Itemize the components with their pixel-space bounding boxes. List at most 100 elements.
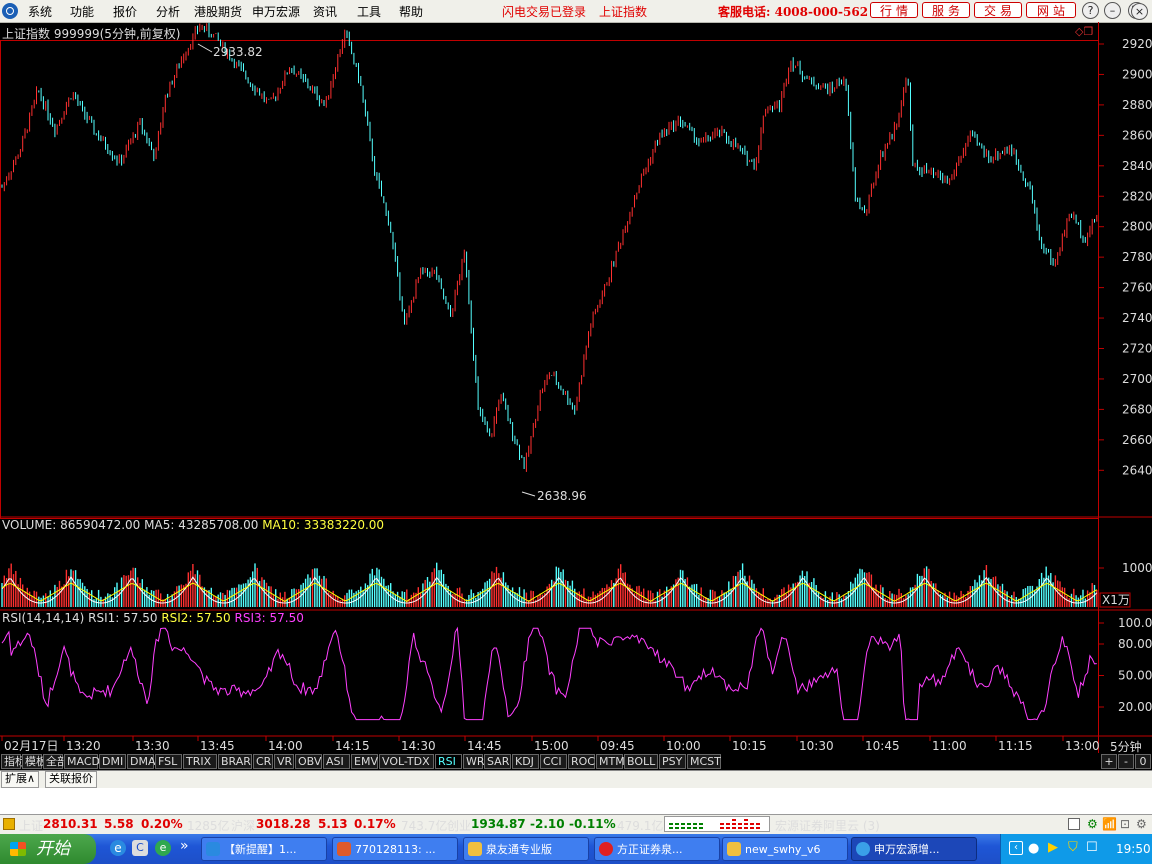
security-icon[interactable]: ⛉: [1068, 840, 1078, 855]
swhy-app-icon: [856, 842, 870, 856]
indicator-tab-emv[interactable]: EMV: [351, 754, 378, 769]
360-browser-icon[interactable]: e: [155, 840, 171, 856]
tray-expand-icon[interactable]: ‹: [1009, 841, 1023, 855]
indicator-tab-模板[interactable]: 模板: [22, 754, 47, 769]
indicator-tab-wr[interactable]: WR: [463, 754, 485, 769]
window-toggle-icon[interactable]: [1068, 818, 1080, 830]
related-quote-tab[interactable]: 关联报价: [45, 771, 97, 788]
service-button[interactable]: 服务: [922, 2, 970, 18]
indicator-tab-asi[interactable]: ASI: [323, 754, 350, 769]
ie-icon[interactable]: e: [110, 840, 126, 856]
start-button[interactable]: 开始: [0, 834, 96, 864]
rsi-tick-label: 50.00: [1118, 669, 1152, 683]
expand-tab[interactable]: 扩展∧: [1, 771, 40, 788]
indicator-tab-cr[interactable]: CR: [253, 754, 273, 769]
menu-system[interactable]: 系统: [28, 3, 52, 20]
rsi-title: RSI(14,14,14) RSI1: 57.50 RSI2: 57.50 RS…: [2, 611, 304, 625]
close-icon[interactable]: ×: [1131, 3, 1148, 20]
indicator-tab-sar[interactable]: SAR: [484, 754, 511, 769]
indicator-tab-fsl[interactable]: FSL: [155, 754, 182, 769]
server-status[interactable]: 宏源证券阿里云 (3): [775, 817, 880, 834]
indicator-tab-obv[interactable]: OBV: [295, 754, 322, 769]
time-axis: 02月17日 13:20 13:30 13:45 14:00 14:15 14:30 14:4…: [1, 736, 1100, 753]
indicator-tab-kdj[interactable]: KDJ: [512, 754, 539, 769]
time-tick-label: 13:45: [200, 739, 235, 753]
indicator-tab-cci[interactable]: CCI: [540, 754, 567, 769]
indicator-tab-mcst[interactable]: MCST: [687, 754, 721, 769]
menu-bar: 系统 功能 报价 分析 港股期货 申万宏源 资讯 工具 帮助 闪电交易已登录 上…: [0, 0, 1152, 23]
website-button[interactable]: 网站: [1026, 2, 1076, 18]
cy-pct: -0.11%: [569, 817, 616, 831]
menu-analysis[interactable]: 分析: [156, 3, 180, 20]
windows-logo-icon: [10, 842, 26, 856]
menu-quote[interactable]: 报价: [113, 3, 137, 20]
menu-news[interactable]: 资讯: [313, 3, 337, 20]
task-item-active[interactable]: 申万宏源增...: [851, 837, 977, 861]
settings-icon[interactable]: ⚙: [1136, 817, 1147, 831]
indicator-tab-brar[interactable]: BRAR: [218, 754, 252, 769]
price-tick-label: 2860: [1122, 128, 1152, 142]
indicator-tab-rsi[interactable]: RSI: [435, 754, 462, 769]
minimize-icon[interactable]: –: [1104, 2, 1121, 19]
time-tick-label: 10:15: [732, 739, 767, 753]
indicator-tab-dma[interactable]: DMA: [127, 754, 156, 769]
menu-function[interactable]: 功能: [70, 3, 94, 20]
indicator-tab-vol-tdx[interactable]: VOL-TDX: [379, 754, 434, 769]
menu-help[interactable]: 帮助: [399, 3, 423, 20]
chat-task-icon: [337, 842, 351, 856]
menu-tools[interactable]: 工具: [357, 3, 381, 20]
rsi1-label: RSI1:: [88, 611, 120, 625]
task-item[interactable]: 方正证券泉...: [594, 837, 720, 861]
high-marker-line: [197, 43, 213, 53]
lock-icon[interactable]: ⊡: [1120, 817, 1130, 831]
price-tick-label: 2920: [1122, 37, 1152, 51]
sh-change: 5.58: [104, 817, 134, 831]
time-tick-label: 11:00: [932, 739, 967, 753]
qq-icon[interactable]: ●: [1028, 841, 1039, 856]
task-item[interactable]: new_swhy_v6: [722, 837, 848, 861]
price-tick-label: 2740: [1122, 311, 1152, 325]
task-item[interactable]: 【新提醒】1...: [201, 837, 327, 861]
indicator-tab-mtm[interactable]: MTM: [596, 754, 625, 769]
indicator-tab-trix[interactable]: TRIX: [183, 754, 217, 769]
menu-swhy[interactable]: 申万宏源: [252, 3, 300, 20]
task-item[interactable]: 770128113: ...: [332, 837, 458, 861]
indicator-tab-boll[interactable]: BOLL: [624, 754, 658, 769]
network-icon[interactable]: ☐: [1086, 840, 1098, 855]
price-tick-label: 2780: [1122, 250, 1152, 264]
time-tick-label: 14:15: [335, 739, 370, 753]
zoom-in-button[interactable]: +: [1101, 754, 1117, 769]
browser-icon[interactable]: C: [132, 840, 148, 856]
menu-hk-futures[interactable]: 港股期货: [194, 3, 242, 20]
help-icon[interactable]: ?: [1082, 2, 1099, 19]
reset-button[interactable]: 0: [1135, 754, 1151, 769]
market-button[interactable]: 行情: [870, 2, 918, 18]
indicator-tab-psy[interactable]: PSY: [659, 754, 686, 769]
zoom-out-button[interactable]: -: [1118, 754, 1134, 769]
indicator-tab-指标[interactable]: 指标: [1, 754, 26, 769]
price-tick-label: 2660: [1122, 433, 1152, 447]
high-label: 2933.82: [213, 45, 263, 59]
time-tick-label: 13:30: [135, 739, 170, 753]
show-more-icon[interactable]: »: [180, 838, 189, 854]
price-tick-label: 2880: [1122, 98, 1152, 112]
price-tick-label: 2640: [1122, 463, 1152, 477]
indicator-tab-roc[interactable]: ROC: [568, 754, 595, 769]
trade-button[interactable]: 交易: [974, 2, 1022, 18]
indicator-tab-dmi[interactable]: DMI: [99, 754, 126, 769]
indicator-tab-全部[interactable]: 全部: [43, 754, 68, 769]
time-tick-label: 14:30: [401, 739, 436, 753]
volume-value: 86590472.00: [60, 518, 141, 532]
task-item[interactable]: 泉友通专业版: [463, 837, 589, 861]
indicator-tab-vr[interactable]: VR: [274, 754, 294, 769]
hotline-text: 客服电话: 4008-000-562: [718, 5, 869, 19]
time-tick-label: 13:20: [66, 739, 101, 753]
rsi3-label: RSI3:: [234, 611, 266, 625]
gear-icon[interactable]: ⚙: [1087, 817, 1098, 831]
price-tick-label: 2720: [1122, 342, 1152, 356]
volume-bars: [1, 562, 1098, 607]
rsi-tick-label: 100.00: [1118, 616, 1152, 630]
rsi-tick-label: 20.00: [1118, 700, 1152, 714]
indicator-tab-macd[interactable]: MACD: [64, 754, 100, 769]
volume-tray-icon[interactable]: ▶: [1048, 840, 1058, 855]
